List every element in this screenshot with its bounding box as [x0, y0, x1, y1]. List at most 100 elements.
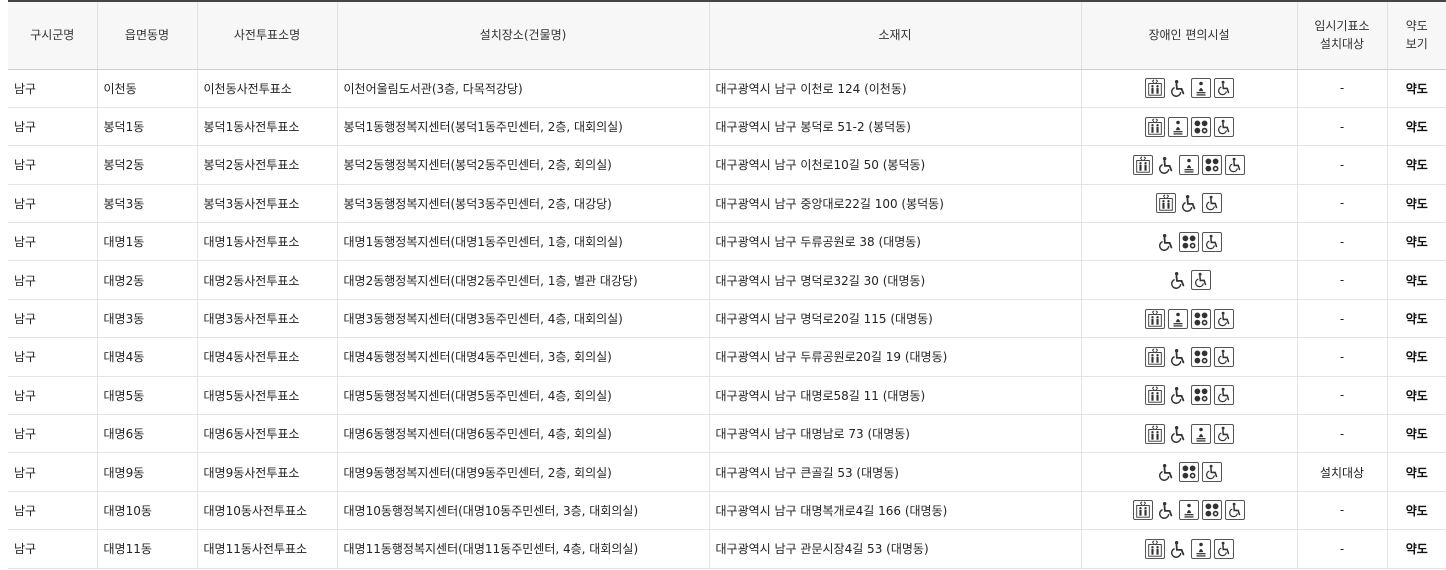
cell-location: 대명2동행정복지센터(대명2동주민센터, 1층, 별관 대강당) — [337, 260, 710, 300]
cell-town: 대명4동 — [97, 337, 198, 377]
braille-icon — [1202, 154, 1222, 175]
braille-icon — [1190, 385, 1211, 406]
cell-district: 남구 — [8, 452, 98, 492]
accessible-restroom-icon — [1213, 423, 1234, 444]
accessible-restroom-icon — [1213, 116, 1234, 137]
braille-icon — [1190, 308, 1211, 329]
header-map-line2: 보기 — [1405, 37, 1428, 52]
header-map-line1: 약도 — [1405, 19, 1428, 34]
seat-lift-icon — [1167, 116, 1188, 137]
wheelchair-icon — [1179, 193, 1199, 214]
cell-address: 대구광역시 남구 대명로58길 11 (대명동) — [709, 376, 1082, 416]
cell-town: 대명6동 — [97, 414, 198, 454]
cell-location: 대명11동행정복지센터(대명11동주민센터, 4층, 대회의실) — [337, 529, 710, 569]
map-link[interactable]: 약도 — [1387, 414, 1446, 454]
elevator-icon — [1133, 154, 1153, 175]
cell-station: 대명5동사전투표소 — [197, 376, 338, 416]
cell-station: 대명2동사전투표소 — [197, 260, 338, 300]
cell-location: 대명1동행정복지센터(대명1동주민센터, 1층, 대회의실) — [337, 222, 710, 262]
cell-address: 대구광역시 남구 큰골길 53 (대명동) — [709, 452, 1082, 492]
map-link[interactable]: 약도 — [1387, 260, 1446, 300]
table-body: 남구 이천동 이천동사전투표소 이천어울림도서관(3층, 다목적강당) 대구광역시 남구… — [8, 69, 1446, 569]
facility-icons — [1088, 538, 1291, 559]
facility-icons — [1088, 154, 1291, 175]
cell-district: 남구 — [8, 529, 98, 569]
map-link[interactable]: 약도 — [1387, 107, 1446, 147]
cell-district: 남구 — [8, 184, 98, 224]
table-row: 남구 대명2동 대명2동사전투표소 대명2동행정복지센터(대명2동주민센터, 1층, … — [8, 260, 1446, 300]
map-link[interactable]: 약도 — [1387, 452, 1446, 492]
cell-location: 봉덕3동행정복지센터(봉덕3동주민센터, 2층, 대강당) — [337, 184, 710, 224]
cell-facilities — [1081, 222, 1298, 262]
wheelchair-icon — [1167, 538, 1188, 559]
cell-facilities — [1081, 107, 1298, 147]
elevator-icon — [1144, 308, 1165, 329]
seat-lift-icon — [1167, 308, 1188, 329]
cell-location: 대명6동행정복지센터(대명6동주민센터, 4층, 회의실) — [337, 414, 710, 454]
header-address: 소재지 — [709, 0, 1082, 70]
cell-district: 남구 — [8, 337, 98, 377]
cell-location: 봉덕2동행정복지센터(봉덕2동주민센터, 2층, 회의실) — [337, 145, 710, 185]
braille-icon — [1202, 500, 1222, 521]
cell-town: 대명11동 — [97, 529, 198, 569]
elevator-icon — [1144, 538, 1165, 559]
cell-station: 이천동사전투표소 — [197, 69, 338, 108]
wheelchair-icon — [1156, 231, 1176, 252]
cell-station: 대명10동사전투표소 — [197, 491, 338, 531]
wheelchair-icon — [1156, 462, 1176, 483]
cell-temp-booth: - — [1297, 414, 1388, 454]
seat-lift-icon — [1179, 154, 1199, 175]
cell-temp-booth: - — [1297, 529, 1388, 569]
cell-location: 대명5동행정복지센터(대명5동주민센터, 4층, 회의실) — [337, 376, 710, 416]
cell-address: 대구광역시 남구 두류공원로20길 19 (대명동) — [709, 337, 1082, 377]
map-link[interactable]: 약도 — [1387, 299, 1446, 339]
accessible-restroom-icon — [1213, 78, 1234, 99]
cell-temp-booth: - — [1297, 491, 1388, 531]
cell-temp-booth: - — [1297, 184, 1388, 224]
cell-district: 남구 — [8, 376, 98, 416]
cell-facilities — [1081, 337, 1298, 377]
header-location: 설치장소(건물명) — [337, 0, 710, 70]
table-row: 남구 봉덕2동 봉덕2동사전투표소 봉덕2동행정복지센터(봉덕2동주민센터, 2층, … — [8, 145, 1446, 185]
accessible-restroom-icon — [1202, 193, 1222, 214]
map-link[interactable]: 약도 — [1387, 491, 1446, 531]
header-town: 읍면동명 — [97, 0, 198, 70]
cell-temp-booth: - — [1297, 260, 1388, 300]
map-link[interactable]: 약도 — [1387, 529, 1446, 569]
map-link[interactable]: 약도 — [1387, 222, 1446, 262]
seat-lift-icon — [1190, 538, 1211, 559]
wheelchair-icon — [1167, 78, 1188, 99]
wheelchair-icon — [1167, 423, 1188, 444]
cell-district: 남구 — [8, 491, 98, 531]
map-link[interactable]: 약도 — [1387, 184, 1446, 224]
accessible-restroom-icon — [1225, 154, 1245, 175]
cell-address: 대구광역시 남구 대명남로 73 (대명동) — [709, 414, 1082, 454]
accessible-restroom-icon — [1202, 462, 1222, 483]
cell-facilities — [1081, 414, 1298, 454]
cell-address: 대구광역시 남구 명덕로20길 115 (대명동) — [709, 299, 1082, 339]
cell-location: 이천어울림도서관(3층, 다목적강당) — [337, 69, 710, 108]
cell-district: 남구 — [8, 69, 98, 108]
elevator-icon — [1144, 346, 1165, 367]
facility-icons — [1088, 423, 1291, 444]
cell-location: 대명9동행정복지센터(대명9동주민센터, 2층, 회의실) — [337, 452, 710, 492]
map-link[interactable]: 약도 — [1387, 376, 1446, 416]
cell-location: 대명3동행정복지센터(대명3동주민센터, 4층, 대회의실) — [337, 299, 710, 339]
facility-icons — [1088, 270, 1291, 291]
wheelchair-icon — [1167, 385, 1188, 406]
cell-temp-booth: - — [1297, 376, 1388, 416]
cell-address: 대구광역시 남구 명덕로32길 30 (대명동) — [709, 260, 1082, 300]
map-link[interactable]: 약도 — [1387, 337, 1446, 377]
cell-temp-booth: - — [1297, 145, 1388, 185]
table-row: 남구 대명5동 대명5동사전투표소 대명5동행정복지센터(대명5동주민센터, 4층, … — [8, 376, 1446, 416]
cell-district: 남구 — [8, 414, 98, 454]
map-link[interactable]: 약도 — [1387, 145, 1446, 185]
cell-town: 이천동 — [97, 69, 198, 108]
cell-facilities — [1081, 145, 1298, 185]
cell-facilities — [1081, 69, 1298, 108]
table-row: 남구 대명9동 대명9동사전투표소 대명9동행정복지센터(대명9동주민센터, 2층, … — [8, 452, 1446, 492]
map-link[interactable]: 약도 — [1387, 69, 1446, 108]
accessible-restroom-icon — [1213, 308, 1234, 329]
cell-location: 대명10동행정복지센터(대명10동주민센터, 3층, 대회의실) — [337, 491, 710, 531]
facility-icons — [1088, 193, 1291, 214]
